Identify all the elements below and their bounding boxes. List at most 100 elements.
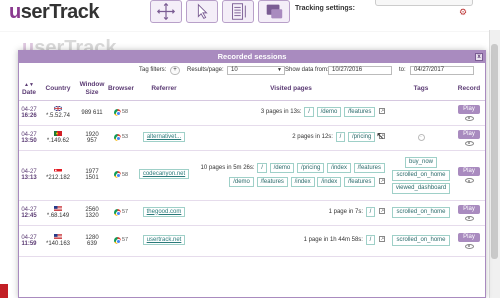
page-chip[interactable]: /features: [353, 162, 385, 173]
window-size-cell: 1280 639: [77, 225, 107, 257]
page-chip[interactable]: /features: [343, 176, 376, 187]
flag-uk-icon: [53, 106, 62, 112]
referrer-cell: alternativet...: [135, 125, 193, 151]
referrer-link[interactable]: codecanyon.net: [138, 169, 190, 179]
column-referrer: Referrer: [135, 79, 193, 101]
page-chip[interactable]: /pricing: [347, 132, 376, 142]
table-row: 04-27 11:59 *140.163 1280 639 57 usertrack…: [19, 225, 485, 257]
tag-chip[interactable]: scrolled_on_home: [392, 235, 450, 246]
sessions-table: ▲▼ Date Country Window Size Browser Referr…: [19, 79, 485, 257]
tag-chip[interactable]: viewed_dashboard: [391, 182, 451, 194]
flag-us-icon: [53, 234, 62, 240]
tag-chip[interactable]: scrolled_on_home: [392, 169, 450, 181]
eye-icon[interactable]: [464, 243, 474, 249]
date-cell: 04-27 12:45: [19, 200, 39, 226]
tags-cell: buy_now scrolled_on_home viewed_dashboar…: [389, 150, 453, 201]
table-row: 04-27 13:13 *212.182 1977 1501 58 codecany…: [19, 150, 485, 201]
external-link-icon[interactable]: ↗: [379, 108, 385, 115]
click-tool-icon[interactable]: [186, 0, 218, 23]
page-chip[interactable]: /: [304, 107, 314, 117]
table-header-row: ▲▼ Date Country Window Size Browser Referr…: [19, 79, 485, 101]
window-size-cell: 1920 957: [77, 125, 107, 151]
referrer-link[interactable]: usertrack.net: [142, 234, 186, 245]
visited-pages-cell: 10 pages in 5m 26s: / /demo /pricing /in…: [193, 150, 389, 201]
mouse-cursor-icon: ↖: [376, 131, 385, 142]
referrer-cell: usertrack.net: [135, 225, 193, 257]
country-cell: *.68.149: [39, 200, 77, 226]
date-cell: 04-27 13:50: [19, 125, 39, 151]
page-chip[interactable]: /index: [317, 176, 342, 187]
date-from-input[interactable]: 10/27/2016: [328, 66, 392, 75]
close-icon[interactable]: x: [475, 53, 483, 61]
add-tag-icon[interactable]: ·: [417, 134, 425, 141]
record-cell: Play: [453, 150, 485, 201]
page-chip[interactable]: /index: [290, 176, 315, 187]
browser-cell: 57: [107, 200, 135, 226]
eye-icon[interactable]: [464, 140, 474, 146]
visited-pages-cell: 3 pages in 13s: / /demo /features ↗: [193, 100, 389, 126]
header-search-bar[interactable]: [375, 0, 473, 6]
page-chip[interactable]: /: [257, 162, 267, 173]
page-chip[interactable]: /pricing: [296, 162, 325, 173]
play-button[interactable]: Play: [458, 167, 480, 176]
heatmap-tool-icon[interactable]: [258, 0, 290, 23]
window-size-cell: 989 611: [77, 100, 107, 126]
list-tool-icon[interactable]: [222, 0, 254, 23]
page-chip[interactable]: /features: [343, 107, 376, 117]
page-scrollbar-thumb[interactable]: [491, 44, 498, 259]
flag-us-icon: [53, 206, 62, 212]
page-chip[interactable]: /: [365, 207, 376, 217]
external-link-icon[interactable]: ↗: [379, 208, 385, 215]
play-button[interactable]: Play: [458, 104, 480, 114]
eye-icon[interactable]: [464, 178, 474, 183]
window-size-cell: 2560 1320: [77, 200, 107, 226]
tag-chip[interactable]: scrolled_on_home: [392, 207, 450, 218]
browser-cell: 57: [107, 225, 135, 257]
flag-singapore-icon: [53, 168, 62, 174]
browser-cell: 58: [107, 100, 135, 126]
chevron-down-icon: ▼: [277, 67, 282, 73]
page-chip[interactable]: /: [335, 132, 346, 142]
page-chip[interactable]: /index: [326, 162, 351, 173]
eye-icon[interactable]: [464, 115, 474, 121]
referrer-link[interactable]: alternativet...: [142, 131, 186, 142]
country-cell: *.5.52.74: [39, 100, 77, 126]
external-link-icon[interactable]: ↗: [379, 236, 385, 243]
page-chip[interactable]: /demo: [269, 162, 295, 173]
modal-title: Recorded sessions: [217, 52, 287, 61]
referrer-link[interactable]: thegood.com: [142, 206, 186, 217]
tags-cell: ·: [389, 125, 453, 151]
record-cell: Play: [453, 225, 485, 257]
move-tool-icon[interactable]: [150, 0, 182, 23]
table-row: 04-27 12:45 *.68.149 2560 1320 57 thegood.…: [19, 200, 485, 226]
tags-cell: scrolled_on_home: [389, 225, 453, 257]
column-date[interactable]: ▲▼ Date: [19, 79, 39, 101]
date-cell: 04-27 13:13: [19, 150, 39, 201]
app-header: userTrack Tracking settings: ⚙: [0, 0, 500, 30]
page-chip[interactable]: /demo: [316, 107, 342, 117]
chrome-icon: [113, 208, 121, 216]
results-per-page-select[interactable]: 10 ▼: [227, 66, 285, 75]
tag-filters-label: Tag filters:: [139, 67, 167, 73]
play-button[interactable]: Play: [458, 232, 480, 242]
add-tag-filter-button[interactable]: +: [170, 66, 180, 75]
chrome-icon: [113, 236, 121, 244]
tags-cell: [389, 100, 453, 126]
column-window-size: Window Size: [77, 79, 107, 101]
tag-chip[interactable]: buy_now: [404, 156, 438, 168]
eye-icon[interactable]: [464, 215, 474, 221]
browser-cell: 58: [107, 150, 135, 201]
external-link-icon[interactable]: ↗: [379, 177, 385, 184]
results-per-page-label: Results/page:: [187, 67, 224, 73]
page-chip[interactable]: /demo: [229, 176, 254, 187]
play-button[interactable]: Play: [458, 129, 480, 139]
date-to-input[interactable]: 04/27/2017: [410, 66, 474, 75]
page-chip[interactable]: /: [365, 235, 376, 245]
table-row: 04-27 13:50 *.149.62 1920 957 53 alternati…: [19, 125, 485, 151]
column-tags: Tags: [389, 79, 453, 101]
sort-icon[interactable]: ▲▼: [24, 82, 34, 88]
page-chip[interactable]: /features: [256, 176, 288, 187]
record-cell: Play: [453, 100, 485, 126]
gear-icon[interactable]: ⚙: [459, 7, 469, 17]
play-button[interactable]: Play: [458, 204, 480, 214]
